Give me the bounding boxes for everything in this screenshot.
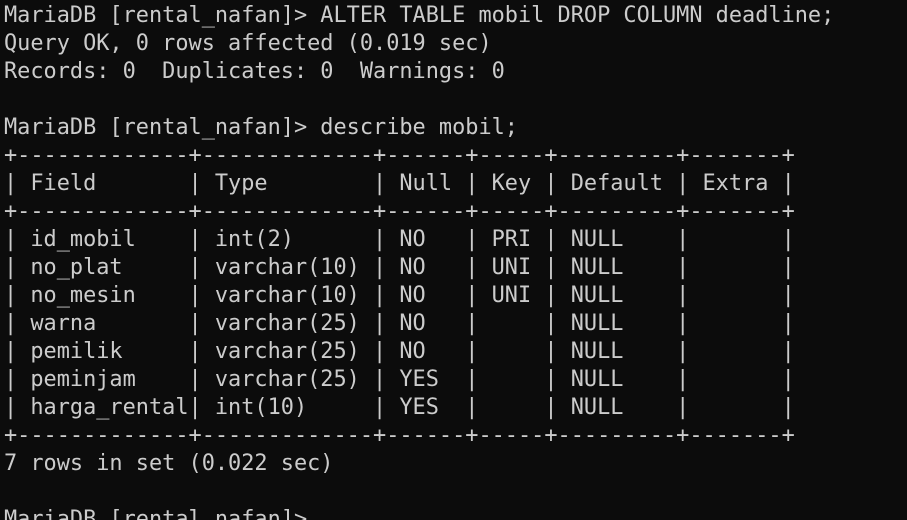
- table-row: | harga_rental| int(10) | YES | | NULL |…: [4, 395, 795, 420]
- terminal-output: MariaDB [rental_nafan]> ALTER TABLE mobi…: [4, 2, 834, 520]
- table-row: | no_plat | varchar(10) | NO | UNI | NUL…: [4, 255, 795, 280]
- table-row: | no_mesin | varchar(10) | NO | UNI | NU…: [4, 283, 795, 308]
- table-row: | peminjam | varchar(25) | YES | | NULL …: [4, 367, 795, 392]
- table-row: | id_mobil | int(2) | NO | PRI | NULL | …: [4, 227, 795, 252]
- table-border: +-------------+-------------+------+----…: [4, 199, 795, 224]
- terminal-window[interactable]: MariaDB [rental_nafan]> ALTER TABLE mobi…: [0, 0, 907, 520]
- table-border: +-------------+-------------+------+----…: [4, 423, 795, 448]
- query-result-line: Query OK, 0 rows affected (0.019 sec): [4, 31, 492, 56]
- table-row: | warna | varchar(25) | NO | | NULL | |: [4, 311, 795, 336]
- sql-command-line: MariaDB [rental_nafan]> describe mobil;: [4, 115, 518, 140]
- table-row: | pemilik | varchar(25) | NO | | NULL | …: [4, 339, 795, 364]
- command-prompt[interactable]: MariaDB [rental_nafan]>: [4, 506, 834, 520]
- table-border: +-------------+-------------+------+----…: [4, 143, 795, 168]
- records-summary-line: Records: 0 Duplicates: 0 Warnings: 0: [4, 59, 505, 84]
- table-header-row: | Field | Type | Null | Key | Default | …: [4, 171, 795, 196]
- rows-in-set-line: 7 rows in set (0.022 sec): [4, 451, 334, 476]
- sql-command-line: MariaDB [rental_nafan]> ALTER TABLE mobi…: [4, 3, 835, 28]
